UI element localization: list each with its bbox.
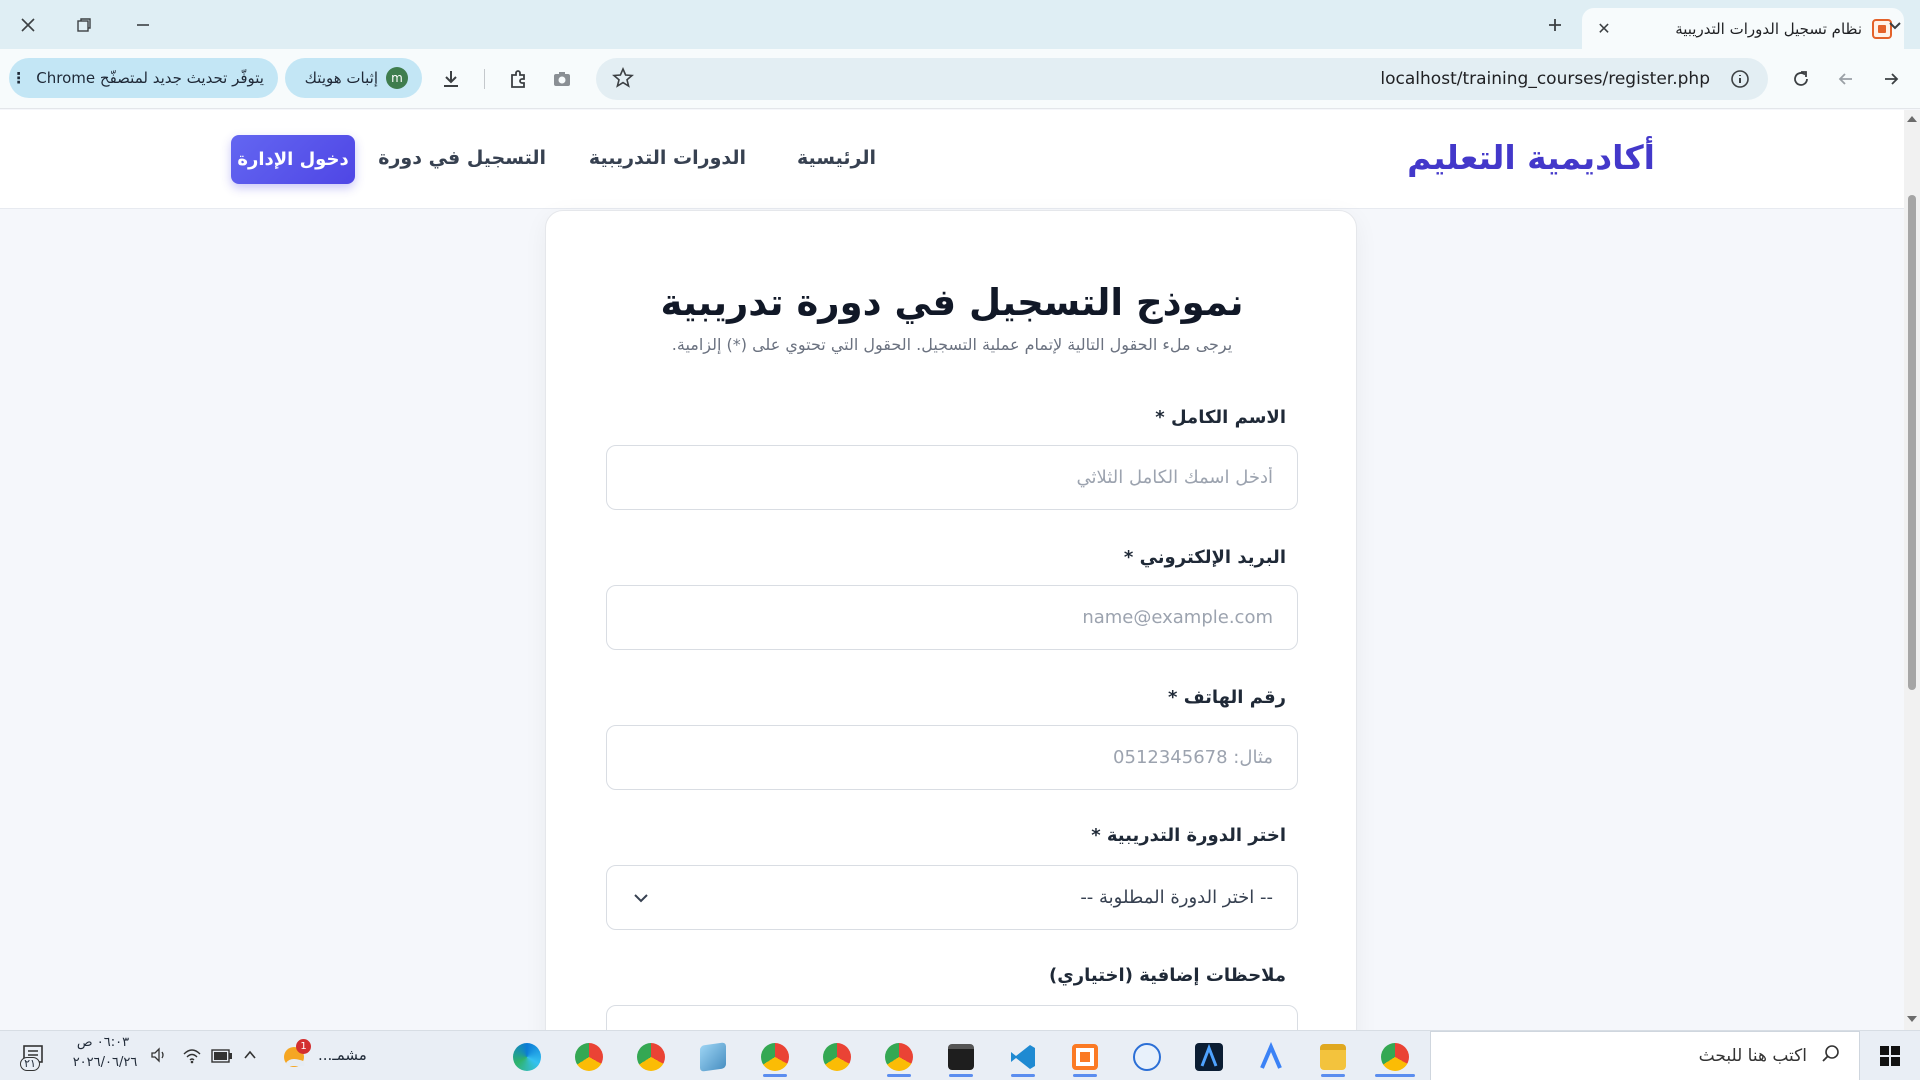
phone-label: رقم الهاتف * [1168, 687, 1286, 708]
site-brand[interactable]: أكاديمية التعليم [1407, 138, 1655, 177]
volume-icon[interactable] [150, 1046, 168, 1068]
browser-tab-active[interactable]: نظام تسجيل الدورات التدريبية ✕ [1582, 8, 1904, 49]
notepad-icon[interactable] [693, 1037, 733, 1077]
new-tab-icon[interactable] [1540, 10, 1570, 40]
email-input[interactable] [606, 585, 1298, 650]
course-label: اختر الدورة التدريبية * [1091, 825, 1286, 846]
web-page: أكاديمية التعليم الرئيسية الدورات التدري… [0, 110, 1904, 1030]
windows-start-button[interactable] [1860, 1031, 1920, 1080]
full-name-label: الاسم الكامل * [1155, 407, 1286, 428]
edge-icon[interactable] [507, 1037, 547, 1077]
search-placeholder: اكتب هنا للبحث [1698, 1046, 1807, 1066]
chrome-profile-m-icon[interactable] [755, 1037, 795, 1077]
tab-title: نظام تسجيل الدورات التدريبية [1675, 19, 1862, 38]
back-arrow-icon[interactable] [1876, 64, 1906, 94]
form-subtitle: يرجى ملء الحقول التالية لإتمام عملية الت… [671, 335, 1233, 354]
chevron-down-icon [631, 888, 651, 908]
nav-link-home[interactable]: الرئيسية [797, 147, 876, 169]
reload-icon[interactable] [1786, 64, 1816, 94]
registration-card: نموذج التسجيل في دورة تدريبية يرجى ملء ا… [545, 210, 1357, 1030]
update-label: يتوفّر تحديث جديد لمتصفّح Chrome [36, 69, 264, 87]
phone-input[interactable] [606, 725, 1298, 790]
bookmark-star-icon[interactable] [612, 66, 634, 93]
admin-login-button[interactable]: دخول الإدارة [231, 135, 355, 184]
tab-search-chevron-icon[interactable] [1880, 10, 1910, 40]
scroll-down-arrow-icon[interactable] [1907, 1016, 1917, 1022]
clock-time[interactable]: ٠٦:٠٣ ص [70, 1035, 136, 1050]
more-vert-icon: ⋮ [11, 69, 27, 87]
arc-browser-icon[interactable] [1251, 1037, 1291, 1077]
site-navbar: أكاديمية التعليم الرئيسية الدورات التدري… [0, 110, 1904, 209]
windows-taskbar: ٢١ ٠٦:٠٣ ص ٢٠٢٦/٠٦/٢٦ 1 مشمـ... اكتب هنا… [0, 1030, 1920, 1080]
extensions-icon[interactable] [503, 64, 533, 94]
app-store-icon[interactable] [1127, 1037, 1167, 1077]
forward-arrow-icon[interactable] [1831, 64, 1861, 94]
full-name-input[interactable] [606, 445, 1298, 510]
url-text: localhost/training_courses/register.php [1380, 69, 1710, 89]
course-select[interactable]: -- اختر الدورة المطلوبة -- [606, 865, 1298, 930]
course-select-value: -- اختر الدورة المطلوبة -- [1080, 887, 1273, 908]
windows-logo-icon [1880, 1046, 1900, 1066]
site-info-icon[interactable] [1730, 69, 1750, 93]
tab-close-icon[interactable]: ✕ [1592, 16, 1616, 40]
chrome-profile-photo-icon[interactable] [817, 1037, 857, 1077]
search-icon [1821, 1044, 1841, 1068]
window-restore-icon[interactable] [69, 10, 99, 40]
form-title: نموذج التسجيل في دورة تدريبية [660, 281, 1244, 324]
clock-date[interactable]: ٢٠٢٦/٠٦/٢٦ [68, 1055, 142, 1070]
window-minimize-icon[interactable] [128, 10, 158, 40]
action-center-icon[interactable]: ٢١ [20, 1043, 48, 1071]
browser-toolbar: يتوفّر تحديث جديد لمتصفّح Chrome ⋮ m إثب… [0, 49, 1920, 109]
browser-tab-bar: نظام تسجيل الدورات التدريبية ✕ [0, 0, 1920, 49]
email-label: البريد الإلكتروني * [1123, 547, 1286, 568]
nav-link-register[interactable]: التسجيل في دورة [378, 147, 546, 169]
chrome-profile-active-icon[interactable] [1375, 1037, 1415, 1077]
download-icon[interactable] [436, 64, 466, 94]
weather-sun-icon[interactable]: 1 [280, 1039, 311, 1071]
nav-link-courses[interactable]: الدورات التدريبية [589, 147, 746, 169]
address-bar[interactable]: localhost/training_courses/register.php [596, 58, 1768, 100]
window-close-icon[interactable] [13, 10, 43, 40]
weather-label[interactable]: مشمـ... [318, 1046, 367, 1064]
android-studio-icon[interactable] [1189, 1037, 1229, 1077]
chrome-profile-p-icon[interactable] [631, 1037, 671, 1077]
tray-chevron-up-icon[interactable] [242, 1047, 258, 1067]
profile-label: إثبات هويتك [304, 69, 378, 87]
chrome-icon[interactable] [569, 1037, 609, 1077]
toolbar-divider [484, 69, 485, 89]
wifi-icon[interactable] [182, 1046, 202, 1068]
screenshot-camera-icon[interactable] [547, 64, 577, 94]
page-scrollbar[interactable] [1904, 110, 1920, 1030]
weather-notification-badge: 1 [296, 1039, 311, 1054]
notes-label: ملاحظات إضافية (اختياري) [1049, 965, 1286, 986]
chrome-update-button[interactable]: يتوفّر تحديث جديد لمتصفّح Chrome ⋮ [9, 58, 278, 98]
taskbar-search-box[interactable]: اكتب هنا للبحث [1430, 1031, 1860, 1080]
scrollbar-thumb[interactable] [1908, 195, 1916, 690]
profile-avatar-icon: m [386, 67, 408, 89]
chrome-profile-green-icon[interactable] [879, 1037, 919, 1077]
xampp-icon[interactable] [1065, 1037, 1105, 1077]
profile-identity-button[interactable]: m إثبات هويتك [285, 58, 422, 98]
terminal-icon[interactable] [941, 1037, 981, 1077]
battery-icon[interactable] [211, 1048, 233, 1067]
scroll-up-arrow-icon[interactable] [1907, 116, 1917, 122]
notes-textarea[interactable] [606, 1005, 1298, 1030]
action-center-count: ٢١ [20, 1057, 40, 1071]
vscode-icon[interactable] [1003, 1037, 1043, 1077]
file-explorer-icon[interactable] [1313, 1037, 1353, 1077]
